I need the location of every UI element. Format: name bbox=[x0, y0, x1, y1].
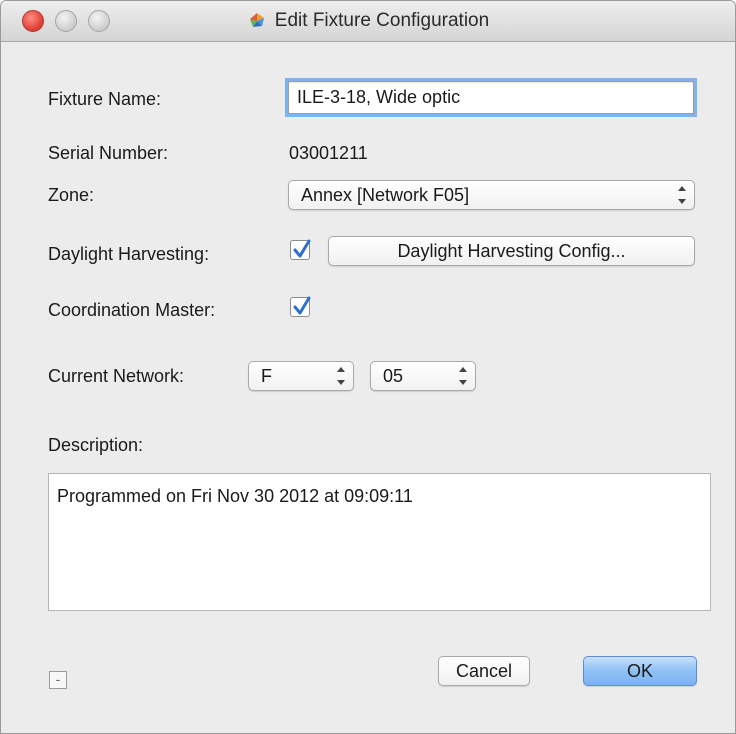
serial-number-value: 03001211 bbox=[289, 143, 368, 163]
ok-button[interactable]: OK bbox=[583, 656, 697, 686]
coordination-master-checkbox[interactable] bbox=[290, 296, 311, 317]
zone-value: Annex [Network F05] bbox=[301, 184, 470, 205]
description-textarea[interactable]: Programmed on Fri Nov 30 2012 at 09:09:1… bbox=[48, 473, 711, 611]
coordination-master-label: Coordination Master: bbox=[48, 300, 216, 320]
serial-number-label: Serial Number: bbox=[48, 143, 169, 163]
app-icon bbox=[249, 13, 264, 27]
fixture-name-field[interactable]: ILE-3-18, Wide optic bbox=[288, 81, 694, 114]
checkmark-icon bbox=[293, 239, 311, 258]
updown-arrows-icon bbox=[337, 367, 345, 385]
network-letter-value: F bbox=[261, 365, 272, 386]
window-title: Edit Fixture Configuration bbox=[274, 10, 490, 31]
current-network-label: Current Network: bbox=[48, 366, 185, 386]
daylight-harvesting-checkbox[interactable] bbox=[290, 239, 311, 260]
updown-arrows-icon bbox=[678, 186, 686, 204]
network-letter-select[interactable]: F bbox=[248, 361, 354, 391]
zone-select[interactable]: Annex [Network F05] bbox=[288, 180, 695, 210]
title-bar: Edit Fixture Configuration bbox=[1, 1, 735, 42]
daylight-harvesting-label: Daylight Harvesting: bbox=[48, 244, 210, 264]
updown-arrows-icon bbox=[459, 367, 467, 385]
dialog-window: Edit Fixture Configuration Fixture Name:… bbox=[0, 0, 736, 734]
minus-button[interactable]: - bbox=[49, 671, 67, 689]
description-value: Programmed on Fri Nov 30 2012 at 09:09:1… bbox=[57, 486, 413, 506]
zone-label: Zone: bbox=[48, 185, 95, 205]
title-inner: Edit Fixture Configuration bbox=[247, 1, 489, 41]
checkmark-icon bbox=[293, 296, 311, 315]
network-number-value: 05 bbox=[383, 365, 404, 386]
cancel-button[interactable]: Cancel bbox=[438, 656, 530, 686]
description-label: Description: bbox=[48, 435, 144, 455]
fixture-name-value: ILE-3-18, Wide optic bbox=[297, 87, 461, 107]
title-wrap: Edit Fixture Configuration bbox=[1, 1, 735, 41]
fixture-name-label: Fixture Name: bbox=[48, 89, 162, 109]
daylight-harvesting-config-button[interactable]: Daylight Harvesting Config... bbox=[328, 236, 695, 266]
network-number-select[interactable]: 05 bbox=[370, 361, 476, 391]
